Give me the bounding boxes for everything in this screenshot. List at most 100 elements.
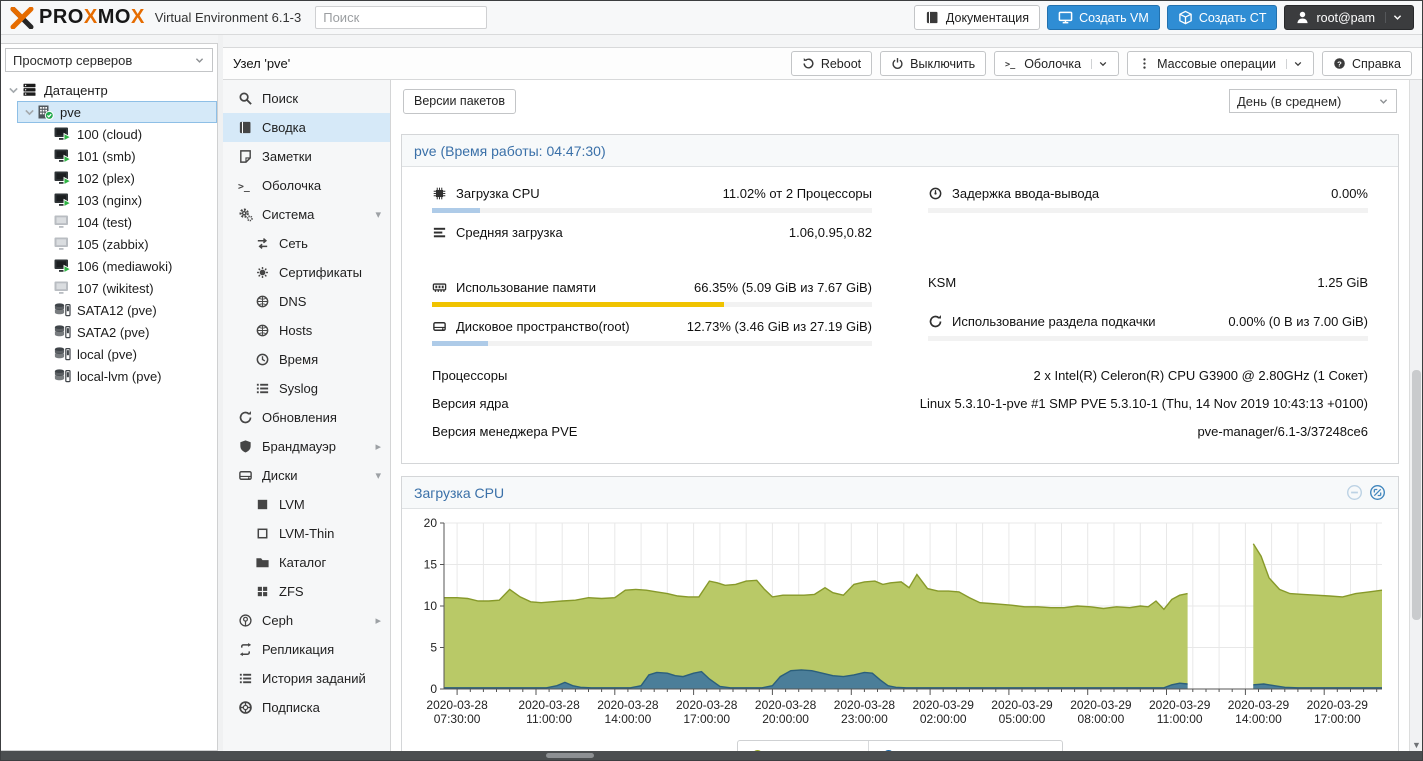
global-search-input[interactable] [315, 6, 487, 29]
shutdown-button[interactable]: Выключить [880, 51, 986, 76]
menu-summary[interactable]: Сводка [223, 113, 390, 142]
tree-item-vm-107[interactable]: 107 (wikitest) [33, 277, 217, 299]
shell-icon: >_ [238, 178, 253, 193]
square-outline-icon [255, 526, 270, 541]
menu-item-label: Обновления [262, 410, 337, 425]
menu-collapse-icon[interactable]: ▾ [375, 208, 381, 221]
menu-task-history[interactable]: История заданий [223, 664, 390, 693]
package-versions-button[interactable]: Версии пакетов [403, 89, 516, 114]
tree-panel: Просмотр серверов Датацентрpve100 (cloud… [1, 43, 218, 751]
menu-disks[interactable]: Диски▾ [223, 461, 390, 490]
menu-directory[interactable]: Каталог [223, 548, 390, 577]
menu-dns[interactable]: DNS [223, 287, 390, 316]
menu-updates[interactable]: Обновления [223, 403, 390, 432]
legend-item-cpu[interactable]: Загрузка CPU [738, 741, 868, 751]
scroll-down-arrow-icon[interactable]: ▼ [1410, 740, 1423, 750]
tree-item-storage-sata12[interactable]: SATA12 (pve) [33, 299, 217, 321]
chart-collapse-icon[interactable] [1346, 484, 1363, 501]
power-icon [891, 57, 904, 70]
menu-firewall[interactable]: Брандмауэр▸ [223, 432, 390, 461]
memory-usage-stat: Использование памяти66.35% (5.09 GiB из … [432, 277, 872, 307]
tree-item-pve[interactable]: pve [17, 101, 217, 123]
menu-expand-icon[interactable]: ▸ [375, 440, 381, 453]
menu-system[interactable]: Система▾ [223, 200, 390, 229]
menu-lvm-thin[interactable]: LVM-Thin [223, 519, 390, 548]
system-info: Процессоры2 x Intel(R) Celeron(R) CPU G3… [402, 355, 1398, 463]
svg-text:2020-03-29: 2020-03-29 [1228, 698, 1290, 712]
certificate-icon [255, 265, 270, 280]
tree-item-storage-local[interactable]: local (pve) [33, 343, 217, 365]
user-menu-button[interactable]: root@pam [1284, 5, 1414, 30]
menu-syslog[interactable]: Syslog [223, 374, 390, 403]
menu-expand-icon[interactable]: ▸ [375, 614, 381, 627]
tree-item-vm-106[interactable]: 106 (mediawoki) [33, 255, 217, 277]
menu-notes[interactable]: Заметки [223, 142, 390, 171]
tree-item-vm-104[interactable]: 104 (test) [33, 211, 217, 233]
menu-shell[interactable]: >_Оболочка [223, 171, 390, 200]
svg-text:2020-03-29: 2020-03-29 [991, 698, 1053, 712]
user-menu-label: root@pam [1316, 11, 1375, 25]
vm-stopped-icon [53, 280, 72, 296]
list-icon [238, 671, 253, 686]
menu-network[interactable]: Сеть [223, 229, 390, 258]
cpu-usage-progressbar [432, 208, 872, 213]
chart-resize-icon[interactable] [1369, 484, 1386, 501]
node-icon [36, 104, 55, 120]
menu-lvm[interactable]: LVM [223, 490, 390, 519]
legend-item-io[interactable]: Задержка ввода-вывода [868, 741, 1062, 751]
bulk-actions-button[interactable]: Массовые операции [1127, 51, 1314, 76]
horizontal-scrollbar-thumb[interactable] [546, 753, 594, 758]
folder-icon [255, 555, 270, 570]
server-view-selector[interactable]: Просмотр серверов [5, 48, 213, 72]
menu-zfs[interactable]: ZFS [223, 577, 390, 606]
menu-ceph[interactable]: Ceph▸ [223, 606, 390, 635]
menu-search[interactable]: Поиск [223, 84, 390, 113]
menu-subscription[interactable]: Подписка [223, 693, 390, 722]
time-range-selector[interactable]: День (в среднем) [1229, 89, 1397, 113]
storage-icon [53, 346, 72, 362]
help-button[interactable]: ?Справка [1322, 51, 1412, 76]
vertical-scrollbar-thumb[interactable] [1412, 370, 1421, 620]
reboot-button[interactable]: Reboot [791, 51, 872, 76]
svg-text:17:00:00: 17:00:00 [1314, 712, 1361, 726]
menu-item-label: LVM-Thin [279, 526, 334, 541]
content-toolbar: Версии пакетов День (в среднем) [391, 80, 1409, 122]
documentation-button[interactable]: Документация [914, 5, 1040, 30]
tree-item-vm-101[interactable]: 101 (smb) [33, 145, 217, 167]
proxmox-logo[interactable]: PROXMOX [9, 6, 145, 29]
tree-item-vm-100[interactable]: 100 (cloud) [33, 123, 217, 145]
tree-item-storage-sata2[interactable]: SATA2 (pve) [33, 321, 217, 343]
main-area: Просмотр серверов Датацентрpve100 (cloud… [1, 35, 1422, 751]
tree-item-datacenter[interactable]: Датацентр [1, 79, 217, 101]
tree-expander-icon[interactable] [7, 84, 20, 97]
menu-hosts[interactable]: Hosts [223, 316, 390, 345]
tree-item-label: local-lvm (pve) [77, 369, 162, 384]
menu-time[interactable]: Время [223, 345, 390, 374]
menu-certificates[interactable]: Сертификаты [223, 258, 390, 287]
cpu-chart-title: Загрузка CPU [414, 485, 504, 501]
tree-item-storage-local-lvm[interactable]: local-lvm (pve) [33, 365, 217, 387]
scroll-area: pve (Время работы: 04:47:30) Загрузка CP… [391, 122, 1409, 751]
tree-expander-icon[interactable] [23, 106, 36, 119]
node-toolbar-buttons: Reboot Выключить >_Оболочка Массовые операц… [791, 51, 1412, 76]
horizontal-scrollbar[interactable] [1, 751, 1422, 760]
menu-collapse-icon[interactable]: ▾ [375, 469, 381, 482]
proxmox-app: PROXMOX Virtual Environment 6.1-3 Докуме… [0, 0, 1423, 761]
shell-button[interactable]: >_Оболочка [994, 51, 1119, 76]
svg-text:2020-03-28: 2020-03-28 [676, 698, 738, 712]
tree-item-vm-102[interactable]: 102 (plex) [33, 167, 217, 189]
svg-text:2020-03-29: 2020-03-29 [1070, 698, 1132, 712]
note-icon [238, 149, 253, 164]
cpu-info-label: Процессоры [432, 368, 507, 383]
create-vm-button[interactable]: Создать VM [1047, 5, 1160, 30]
create-ct-button[interactable]: Создать CT [1167, 5, 1278, 30]
menu-replication[interactable]: Репликация [223, 635, 390, 664]
svg-text:2020-03-28: 2020-03-28 [518, 698, 580, 712]
io-delay-label: Задержка ввода-вывода [952, 186, 1099, 201]
menu-item-label: Hosts [279, 323, 312, 338]
tree-item-vm-105[interactable]: 105 (zabbix) [33, 233, 217, 255]
menu-item-label: DNS [279, 294, 306, 309]
chevron-down-icon [1293, 59, 1303, 69]
vertical-scrollbar[interactable]: ▼ [1409, 80, 1422, 751]
tree-item-vm-103[interactable]: 103 (nginx) [33, 189, 217, 211]
